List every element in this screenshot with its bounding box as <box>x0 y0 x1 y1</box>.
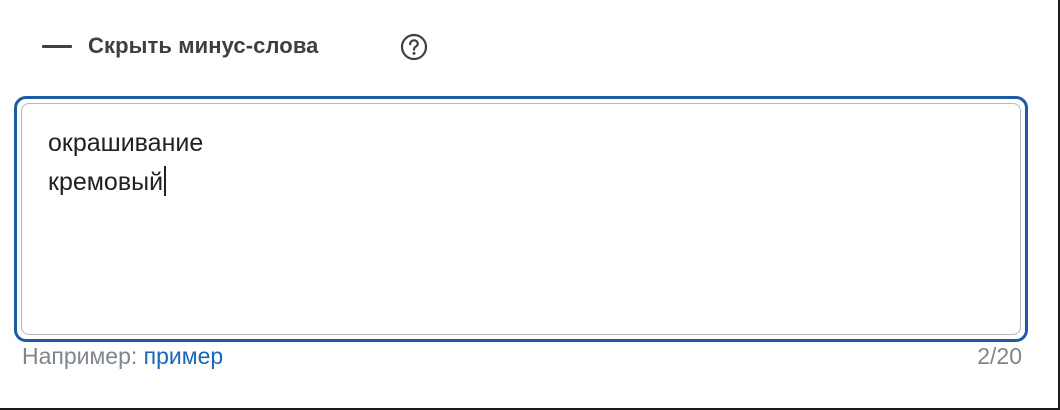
help-icon[interactable] <box>400 33 428 61</box>
collapse-dash-icon[interactable] <box>42 44 72 48</box>
example-link[interactable]: пример <box>144 343 224 369</box>
minus-word-line: кремовый <box>48 168 164 196</box>
example-hint: Например: пример <box>22 343 223 370</box>
minus-words-input[interactable]: окрашивание кремовый <box>21 103 1021 335</box>
toggle-label[interactable]: Скрыть минус-слова <box>88 33 319 59</box>
text-caret <box>164 166 167 196</box>
word-counter: 2/20 <box>977 343 1022 369</box>
minus-words-textarea[interactable]: окрашивание кремовый <box>14 96 1028 342</box>
minus-words-toggle[interactable]: Скрыть минус-слова <box>42 26 319 66</box>
minus-word-line: окрашивание <box>48 129 204 157</box>
hint-prefix: Например: <box>22 343 138 369</box>
question-circle-icon[interactable] <box>400 33 428 61</box>
